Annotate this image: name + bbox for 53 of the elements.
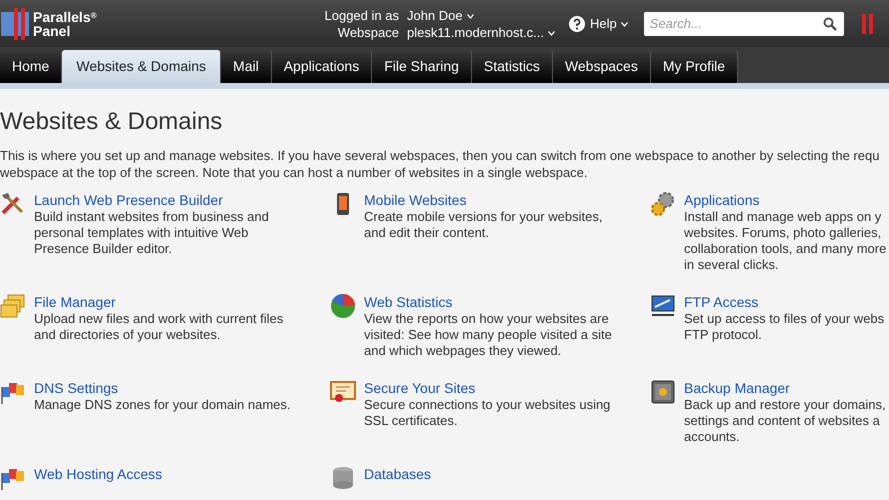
- caret-icon: [466, 14, 474, 19]
- section-link[interactable]: Mobile Websites: [364, 191, 602, 209]
- section-link[interactable]: Web Statistics: [364, 293, 612, 311]
- section-description: Set up access to files of your webs FTP protocol.: [684, 311, 884, 343]
- brand-bars-icon: [862, 14, 874, 34]
- page-title: Websites & Domains: [0, 107, 224, 137]
- caret-icon: [548, 30, 556, 36]
- folders-icon: [0, 293, 26, 319]
- section-description: Create mobile versions for your websites, and edit their content.: [364, 209, 602, 241]
- webspace-menu[interactable]: plesk11.modernhost.c...: [406, 24, 556, 40]
- section-link[interactable]: Launch Web Presence Builder: [34, 191, 269, 209]
- section-link[interactable]: File Manager: [34, 293, 284, 311]
- nav-tab[interactable]: Statistics: [472, 50, 553, 83]
- user-menu[interactable]: John Doe: [406, 6, 556, 24]
- section-link[interactable]: DNS Settings: [34, 379, 291, 397]
- webspace-label: Webspace: [336, 24, 399, 40]
- caret-icon: [620, 22, 628, 27]
- logo-icon: [1, 6, 31, 42]
- gears-icon: [650, 191, 676, 217]
- section-description: Manage DNS zones for your domain names.: [34, 397, 291, 413]
- nav-tab[interactable]: Websites & Domains: [62, 50, 222, 83]
- database-icon: [330, 465, 356, 491]
- nav-tab[interactable]: Mail: [221, 50, 272, 83]
- logged-in-label: Logged in as: [324, 6, 399, 24]
- section-description: Upload new files and work with current files and directories of your websites.: [34, 311, 284, 343]
- section-description: Secure connections to your websites using SSL certificates.: [364, 397, 610, 429]
- certificate-icon: [330, 379, 356, 405]
- section-description: Install and manage web apps on y websites. Forums, photo galleries, collaboration tools, and many more in several clicks.: [684, 209, 886, 273]
- nav-tab[interactable]: My Profile: [650, 50, 738, 83]
- section-description: Back up and restore your domains, settings and content of websites a accounts.: [684, 397, 886, 445]
- section-link[interactable]: Secure Your Sites: [364, 379, 610, 397]
- section-link[interactable]: Applications: [684, 191, 886, 209]
- brand-name: Parallels$^{®}$: [33, 10, 97, 24]
- section-description: View the reports on how your websites are visited: See how many people visited a site and which webpages they viewed.: [364, 311, 612, 359]
- nav-tab[interactable]: Webspaces: [552, 50, 651, 83]
- section-description: Build instant websites from business and personal templates with intuitive Web Presence Builder editor.: [34, 209, 269, 257]
- search-icon: [822, 16, 837, 30]
- section-link[interactable]: FTP Access: [684, 293, 884, 311]
- nav-tab[interactable]: Applications: [272, 50, 372, 83]
- brand-subtitle: Panel: [33, 24, 72, 38]
- monitor-icon: [650, 293, 676, 319]
- nav-tab[interactable]: File Sharing: [372, 50, 472, 83]
- section-link[interactable]: Backup Manager: [684, 379, 886, 397]
- section-link[interactable]: Databases: [364, 465, 431, 483]
- intro-text: This is where you set up and manage websites. If you have several webspaces, then you can switch from one webspace to another by selecting the requ webspace at the top of the screen. Note that you can host a number of websites in a single webspace.: [0, 147, 880, 181]
- tools-icon: [0, 191, 26, 217]
- help-icon: [569, 16, 586, 32]
- safe-icon: [650, 379, 676, 405]
- section-link[interactable]: Web Hosting Access: [34, 465, 162, 483]
- help-button[interactable]: Help: [569, 14, 628, 34]
- pie-chart-icon: [330, 293, 356, 319]
- search-field[interactable]: Search...: [644, 12, 844, 36]
- nav-tab[interactable]: Home: [0, 50, 62, 83]
